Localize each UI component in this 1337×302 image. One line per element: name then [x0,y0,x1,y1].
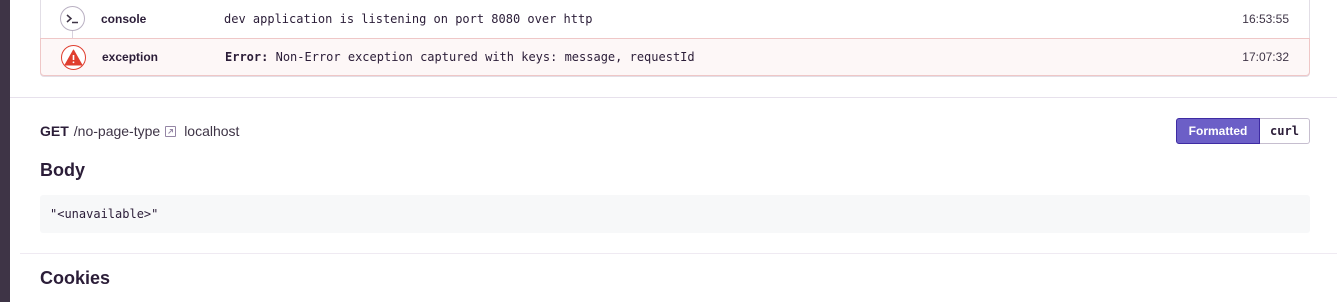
request-method: GET [40,123,69,139]
breadcrumb-type: console [101,12,147,26]
breadcrumb-message: dev application is listening on port 808… [224,12,593,26]
breadcrumb-type: exception [102,50,159,64]
body-value: "<unavailable>" [40,195,1310,233]
event-details: console dev application is listening on … [10,0,1337,302]
body-heading: Body [40,160,85,180]
terminal-icon [60,6,85,31]
breadcrumbs-list: console dev application is listening on … [40,0,1310,77]
request-line: GET /no-page-type localhost [40,122,239,140]
section-divider [20,253,1337,254]
format-toggle: Formatted curl [1176,118,1310,144]
request-path: /no-page-type [73,123,161,139]
request-host: localhost [184,123,240,139]
curl-button[interactable]: curl [1260,118,1310,144]
breadcrumb-row[interactable]: console dev application is listening on … [41,0,1309,38]
breadcrumb-row[interactable]: exception Error: Non-Error exception cap… [40,38,1310,76]
cookies-heading: Cookies [40,268,111,288]
warning-icon [61,45,86,70]
formatted-button[interactable]: Formatted [1176,118,1260,144]
section-divider [10,97,1337,98]
breadcrumb-time: 17:07:32 [1242,50,1289,64]
external-link-icon[interactable] [165,125,177,137]
breadcrumb-time: 16:53:55 [1242,12,1289,26]
error-prefix: Error: [225,50,269,64]
error-message: Non-Error exception captured with keys: … [275,50,695,64]
sidebar-edge [0,0,10,302]
breadcrumb-message: Error: Non-Error exception captured with… [225,50,695,64]
